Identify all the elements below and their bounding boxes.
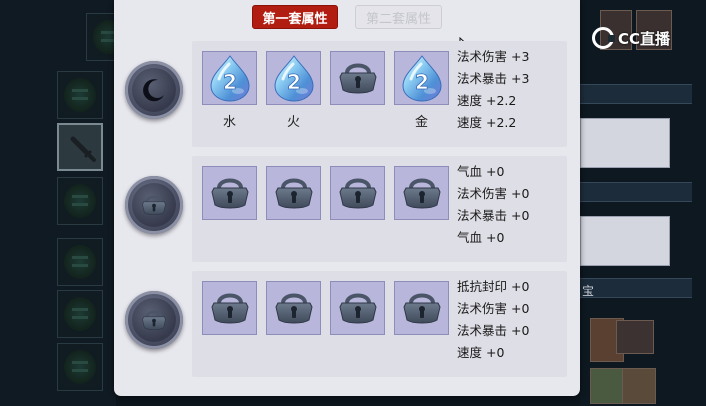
gem-slot-3[interactable] — [330, 166, 385, 220]
stat-line: 法术伤害 +3 — [457, 49, 530, 64]
stats-list: 抵抗封印 +0 法术伤害 +0 法术暴击 +0 速度 +0 — [457, 276, 529, 364]
background-item — [590, 368, 624, 404]
water-drop-gem-icon: 2 — [397, 53, 447, 103]
empty-padlock-icon — [205, 168, 255, 218]
watermark-logo: CC直播 — [592, 27, 670, 49]
gem-slot-1[interactable] — [202, 281, 257, 335]
stats-list: 法术伤害 +3 法术暴击 +3 速度 +2.2 速度 +2.2 — [457, 46, 529, 134]
gem-attribute-dialog: 第一套属性 第二套属性 2 水 2 火 2 金 法术伤害 +3 法术暴击 +3 … — [114, 0, 580, 396]
attribute-row-2: 气血 +0 法术伤害 +0 法术暴击 +0 气血 +0 — [125, 156, 567, 262]
background-slot — [57, 177, 103, 225]
attribute-row-1: 2 水 2 火 2 金 法术伤害 +3 法术暴击 +3 速度 +2.2 速度 +… — [125, 41, 567, 147]
background-slot — [57, 71, 103, 119]
background-bar — [580, 84, 692, 104]
gem-slot-4[interactable]: 2 — [394, 51, 449, 105]
background-panel — [580, 216, 670, 266]
gem-slot-2[interactable] — [266, 281, 321, 335]
gem-slot-3[interactable] — [330, 51, 385, 105]
stat-line: 气血 +0 — [457, 230, 505, 245]
gem-slot-2[interactable] — [266, 166, 321, 220]
gem-slot-4[interactable] — [394, 281, 449, 335]
empty-padlock-icon — [205, 283, 255, 333]
background-label: 宝 — [582, 284, 595, 298]
gem-level: 2 — [223, 70, 237, 94]
gem-slot-2[interactable]: 2 — [266, 51, 321, 105]
rune-icon — [64, 350, 96, 384]
gem-slot-1[interactable]: 2 — [202, 51, 257, 105]
background-slot — [57, 343, 103, 391]
gem-slot-label: 水 — [222, 115, 236, 130]
gem-level: 2 — [415, 70, 429, 94]
tab-second-set[interactable]: 第二套属性 — [355, 5, 442, 29]
cc-logo-icon — [592, 27, 615, 49]
empty-padlock-icon — [269, 283, 319, 333]
set-disc-2[interactable] — [125, 176, 183, 234]
gem-slot-1[interactable] — [202, 166, 257, 220]
rune-icon — [64, 245, 96, 279]
gem-slot-4[interactable] — [394, 166, 449, 220]
water-drop-gem-icon: 2 — [205, 53, 255, 103]
treasure-chest-icon — [616, 320, 654, 354]
background-slot — [57, 238, 103, 286]
padlock-icon — [138, 304, 170, 336]
gem-slot-3[interactable] — [330, 281, 385, 335]
rune-icon — [64, 184, 96, 218]
stat-line: 法术暴击 +0 — [457, 208, 530, 223]
rune-icon — [64, 297, 96, 331]
stat-line: 法术伤害 +0 — [457, 301, 530, 316]
set-disc-1[interactable] — [125, 61, 183, 119]
stat-line: 法术暴击 +3 — [457, 71, 530, 86]
set-disc-3[interactable] — [125, 291, 183, 349]
water-drop-gem-icon: 2 — [269, 53, 319, 103]
sword-icon — [70, 136, 96, 162]
background-bar — [580, 182, 692, 202]
watermark-text: CC直播 — [618, 29, 671, 48]
empty-padlock-icon — [333, 168, 383, 218]
stats-list: 气血 +0 法术伤害 +0 法术暴击 +0 气血 +0 — [457, 161, 529, 249]
padlock-icon — [138, 189, 170, 221]
empty-padlock-icon — [397, 168, 447, 218]
background-slot — [57, 290, 103, 338]
background-bar — [580, 278, 692, 298]
stat-line: 法术暴击 +0 — [457, 323, 530, 338]
empty-padlock-icon — [269, 168, 319, 218]
rune-icon — [64, 78, 96, 112]
stat-line: 速度 +2.2 — [457, 115, 517, 130]
empty-padlock-icon — [333, 283, 383, 333]
crescent-moon-icon — [143, 79, 164, 102]
empty-padlock-icon — [333, 53, 383, 103]
stat-line: 抵抗封印 +0 — [457, 279, 530, 294]
empty-padlock-icon — [397, 283, 447, 333]
attribute-row-3: 抵抗封印 +0 法术伤害 +0 法术暴击 +0 速度 +0 — [125, 271, 567, 377]
stat-line: 速度 +2.2 — [457, 93, 517, 108]
gem-level: 2 — [287, 70, 301, 94]
stat-line: 气血 +0 — [457, 164, 505, 179]
stat-line: 速度 +0 — [457, 345, 505, 360]
gem-slot-label: 金 — [414, 115, 428, 130]
stat-line: 法术伤害 +0 — [457, 186, 530, 201]
weapon-slot[interactable] — [57, 123, 103, 171]
background-panel — [580, 118, 670, 168]
tab-first-set[interactable]: 第一套属性 — [252, 5, 338, 29]
gem-slot-label: 火 — [286, 115, 300, 130]
background-item — [622, 368, 656, 404]
